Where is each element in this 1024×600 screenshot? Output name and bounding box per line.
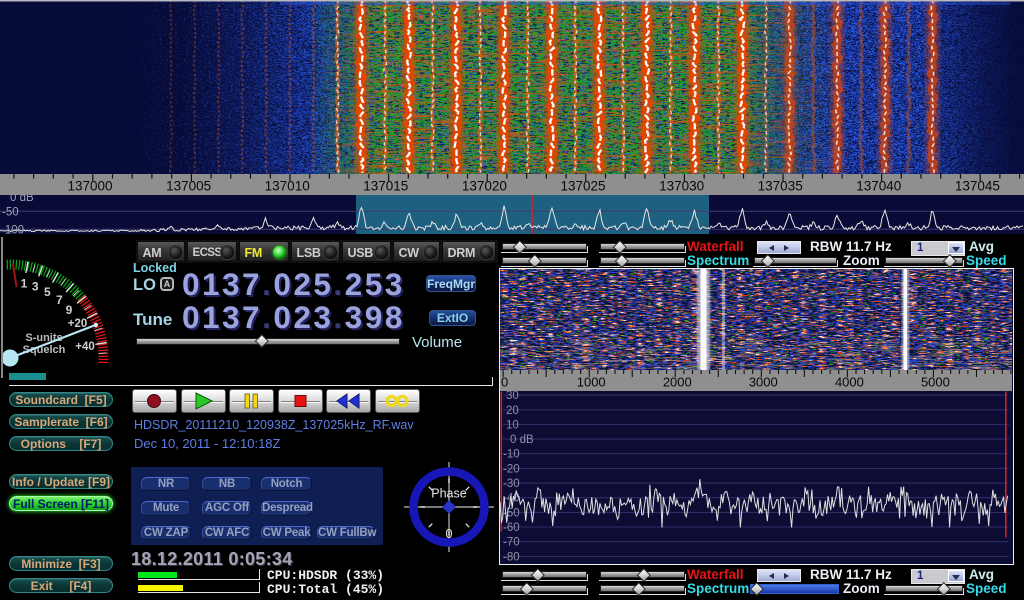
svg-text:-30: -30 (503, 478, 520, 490)
svg-text:+40: +40 (75, 341, 95, 353)
svg-text:0 dB: 0 dB (510, 434, 534, 446)
svg-text:-10: -10 (503, 448, 520, 460)
svg-text:2000: 2000 (663, 374, 692, 389)
svg-text:137000: 137000 (67, 179, 112, 194)
svg-text:137040: 137040 (856, 179, 901, 194)
svg-text:20: 20 (506, 404, 519, 416)
svg-text:7: 7 (56, 293, 63, 307)
svg-text:-50: -50 (2, 207, 19, 219)
svg-text:0: 0 (446, 527, 453, 541)
svg-text:3: 3 (32, 279, 39, 293)
svg-text:137010: 137010 (265, 179, 310, 194)
svg-text:137030: 137030 (659, 179, 704, 194)
svg-text:5: 5 (44, 285, 51, 299)
svg-text:-80: -80 (503, 551, 520, 563)
svg-text:10: 10 (506, 419, 519, 431)
svg-text:-60: -60 (503, 522, 520, 534)
svg-text:1000: 1000 (577, 374, 606, 389)
svg-text:137020: 137020 (462, 179, 507, 194)
svg-text:1: 1 (21, 276, 28, 290)
svg-text:4000: 4000 (835, 374, 864, 389)
svg-text:S-units: S-units (25, 332, 62, 344)
svg-text:137045: 137045 (955, 179, 1000, 194)
svg-text:-100: -100 (1, 225, 24, 235)
svg-text:137015: 137015 (363, 179, 408, 194)
svg-text:-20: -20 (503, 463, 520, 475)
svg-text:Phase: Phase (431, 487, 466, 501)
svg-text:137035: 137035 (758, 179, 803, 194)
svg-text:5000: 5000 (921, 374, 950, 389)
svg-text:3000: 3000 (749, 374, 778, 389)
svg-text:137005: 137005 (166, 179, 211, 194)
svg-text:30: 30 (506, 391, 519, 402)
svg-text:9: 9 (66, 303, 73, 317)
svg-text:137025: 137025 (560, 179, 605, 194)
svg-text:0 dB: 0 dB (10, 195, 34, 204)
svg-text:-70: -70 (503, 536, 520, 548)
svg-text:0: 0 (501, 374, 508, 389)
